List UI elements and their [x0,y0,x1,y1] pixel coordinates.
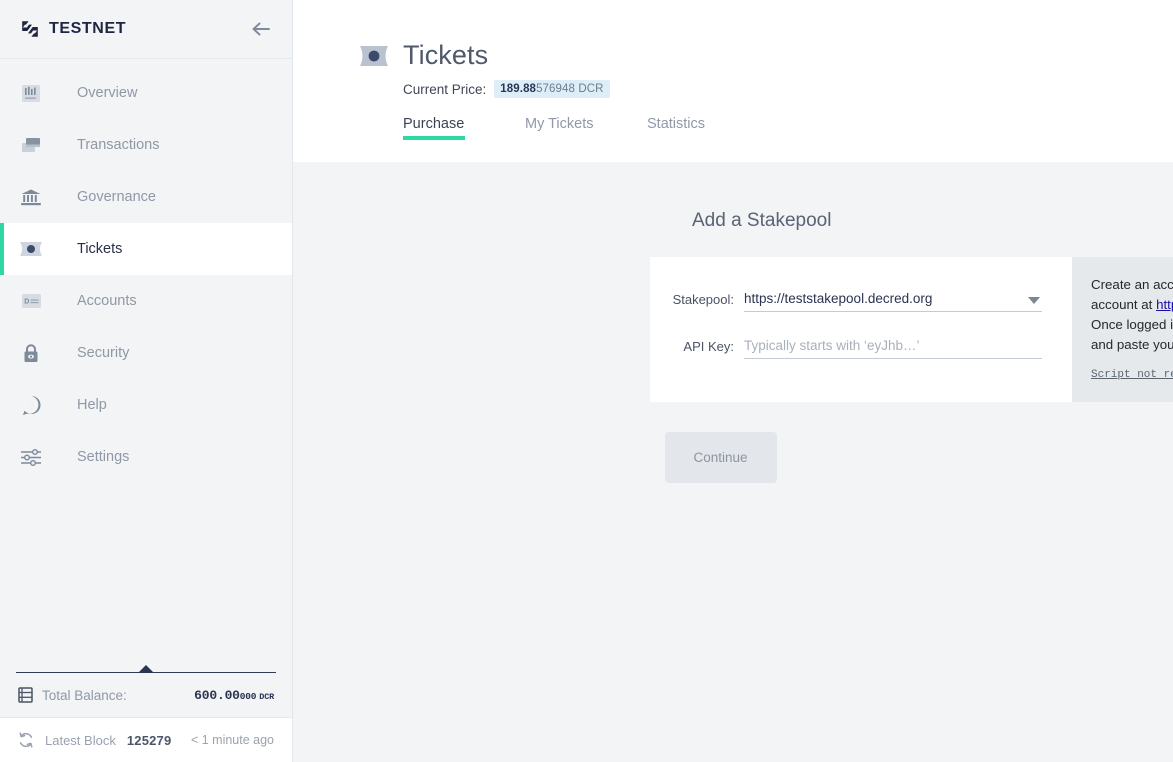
current-price-badge: 189.88576948 DCR [494,80,610,98]
ticket-icon [18,236,44,262]
sidebar-item-tickets[interactable]: Tickets [0,223,292,275]
svg-text:?: ? [28,400,35,412]
tab-purchase[interactable]: Purchase [403,116,525,140]
sidebar-item-overview[interactable]: Overview [0,67,292,119]
stakepool-select[interactable]: https://teststakepool.decred.org [744,291,1042,312]
apikey-field: API Key: Typically starts with ‘eyJhb…’ [650,338,1072,359]
total-balance-row: Total Balance: 600.00000 DCR [0,673,292,717]
tab-label: Purchase [403,116,465,132]
sidebar-item-label: Accounts [77,293,137,309]
info-line2: Once logged in, select the ‘Settings’ ta… [1091,317,1173,352]
sidebar-item-label: Security [77,345,130,361]
transactions-icon [18,132,44,158]
stakepool-link[interactable]: https://teststakepool.decred.org [1156,297,1173,312]
sidebar-item-label: Tickets [77,241,123,257]
brand-name: TESTNET [49,20,127,37]
chevron-down-icon[interactable] [1028,297,1040,304]
total-balance-label: Total Balance: [42,687,127,703]
main-content: Tickets Current Price: 189.88576948 DCR … [293,0,1173,762]
tab-my-tickets[interactable]: My Tickets [525,116,647,140]
stakepool-label: Stakepool: [672,292,734,307]
sidebar-item-governance[interactable]: Governance [0,171,292,223]
price-whole: 189.88 [500,83,537,95]
question-help-icon: ? [18,392,44,418]
script-not-redeemable-link[interactable]: Script not redeemable? [1091,369,1173,381]
info-footer: Script not redeemable? [1091,364,1173,386]
sidebar-item-label: Transactions [77,137,160,153]
apikey-input[interactable]: Typically starts with ‘eyJhb…’ [744,338,1042,359]
current-price-row: Current Price: 189.88576948 DCR [403,80,1173,98]
refresh-sync-icon [19,732,33,748]
continue-wrap: Continue [293,432,1173,483]
sidebar-item-security[interactable]: Security [0,327,292,379]
purchase-panel: Add a Stakepool Stakepool: https://tests… [293,162,1173,483]
page-title: Tickets [403,40,489,70]
svg-text:D: D [24,299,29,306]
back-arrow-icon[interactable] [248,16,274,42]
balance-divider [16,665,276,673]
latest-block-row: Latest Block 125279 < 1 minute ago [0,717,292,762]
sidebar: TESTNET Overview Transactions Governance… [0,0,293,762]
stakepool-form: Stakepool: https://teststakepool.decred.… [650,257,1072,402]
app-window: TESTNET Overview Transactions Governance… [0,0,1173,762]
lock-security-icon [18,340,44,366]
balance-ledger-icon [18,687,33,703]
tab-bar: Purchase My Tickets Statistics [403,116,1173,140]
sidebar-item-settings[interactable]: Settings [0,431,292,483]
ticket-icon [360,45,388,66]
decred-logo-icon [22,21,38,37]
price-rest: 576948 DCR [536,83,604,95]
balance-whole: 600.00 [194,687,240,703]
title-row: Tickets [359,40,1173,71]
sidebar-item-label: Settings [77,449,130,465]
apikey-label: API Key: [683,339,734,354]
balance-fraction: 000 [239,690,257,702]
sidebar-nav: Overview Transactions Governance Tickets… [0,59,292,483]
latest-block-time: < 1 minute ago [190,733,274,747]
balance-unit: DCR [259,691,274,702]
balance-caret-icon [138,665,154,673]
latest-block-label: Latest Block [45,732,116,748]
tab-label: My Tickets [525,116,594,132]
sliders-settings-icon [18,444,44,470]
current-price-label: Current Price: [403,81,487,97]
stakepool-info-panel: Create an account or login to your exist… [1072,257,1173,402]
latest-block-number: 125279 [126,732,172,748]
total-balance-value: 600.00000 DCR [194,688,274,703]
continue-button[interactable]: Continue [664,432,777,483]
brand-logo: TESTNET [18,17,126,41]
info-text: Create an account or login to your exist… [1091,275,1173,355]
sidebar-item-label: Overview [77,85,138,101]
stakepool-field: Stakepool: https://teststakepool.decred.… [650,291,1072,312]
sidebar-header: TESTNET [0,0,292,59]
chart-overview-icon [18,80,44,106]
page-header: Tickets Current Price: 189.88576948 DCR … [293,0,1173,162]
stakepool-value: https://teststakepool.decred.org [744,291,933,306]
sidebar-item-accounts[interactable]: D Accounts [0,275,292,327]
sidebar-item-help[interactable]: ? Help [0,379,292,431]
tab-statistics[interactable]: Statistics [647,116,769,140]
tab-label: Statistics [647,116,706,132]
stakepool-card-row: Stakepool: https://teststakepool.decred.… [650,257,1173,402]
accounts-card-icon: D [18,288,44,314]
sidebar-item-label: Governance [77,189,156,205]
section-title: Add a Stakepool [692,210,832,231]
bank-governance-icon [18,184,44,210]
sidebar-item-label: Help [77,397,107,413]
apikey-placeholder: Typically starts with ‘eyJhb…’ [744,338,920,353]
sidebar-item-transactions[interactable]: Transactions [0,119,292,171]
